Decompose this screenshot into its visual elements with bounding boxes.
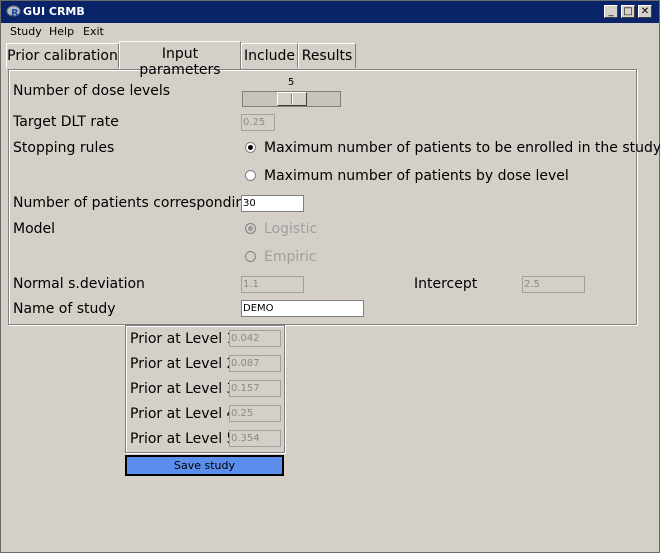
- window-title: GUI CRMB: [23, 5, 85, 18]
- prior-level-2-label: Prior at Level 2: [130, 356, 236, 372]
- tab-label: Input parameters: [139, 46, 221, 78]
- prior-level-3-label: Prior at Level 3: [130, 381, 236, 397]
- model-label: Model: [13, 221, 56, 237]
- prior-level-1-field[interactable]: 0.042: [229, 330, 281, 347]
- stopping-rule-max-dose-radio[interactable]: [245, 170, 256, 181]
- menu-bar: Study Help Exit: [1, 23, 659, 41]
- app-window: R GUI CRMB _ □ ✕ Study Help Exit Prior c…: [0, 0, 660, 553]
- r-logo-icon: R: [6, 5, 21, 19]
- menu-exit[interactable]: Exit: [83, 25, 104, 38]
- dose-levels-value: 5: [288, 77, 295, 88]
- prior-level-1-label: Prior at Level 1: [130, 331, 236, 347]
- num-patients-field[interactable]: 30: [241, 195, 304, 212]
- close-icon: ✕: [640, 6, 650, 17]
- prior-level-4-label: Prior at Level 4: [130, 406, 236, 422]
- prior-level-4-field[interactable]: 0.25: [229, 405, 281, 422]
- minimize-button[interactable]: _: [604, 5, 618, 18]
- study-name-label: Name of study: [13, 301, 116, 317]
- svg-text:R: R: [11, 8, 19, 19]
- dose-levels-slider-handle[interactable]: [277, 92, 307, 106]
- tab-label: Include: [244, 48, 295, 64]
- save-study-button[interactable]: Save study: [125, 455, 284, 476]
- menu-help[interactable]: Help: [49, 25, 74, 38]
- maximize-button[interactable]: □: [621, 5, 635, 18]
- intercept-label: Intercept: [414, 276, 478, 292]
- target-dlt-label: Target DLT rate: [13, 114, 119, 130]
- stopping-rules-label: Stopping rules: [13, 140, 115, 156]
- tab-label: Prior calibration: [7, 48, 118, 64]
- menu-study[interactable]: Study: [10, 25, 42, 38]
- study-name-field[interactable]: DEMO: [241, 300, 364, 317]
- model-logistic-label[interactable]: Logistic: [264, 221, 317, 237]
- tab-input-parameters[interactable]: Input parameters: [119, 41, 241, 78]
- close-button[interactable]: ✕: [638, 5, 652, 18]
- num-patients-label: Number of patients corresponding: [13, 195, 254, 211]
- target-dlt-field[interactable]: 0.25: [241, 114, 275, 131]
- prior-level-3-field[interactable]: 0.157: [229, 380, 281, 397]
- stopping-rule-max-study-radio[interactable]: [245, 142, 256, 153]
- tab-label: Results: [301, 48, 353, 64]
- maximize-icon: □: [623, 6, 633, 17]
- tab-prior-calibration[interactable]: Prior calibration: [6, 43, 119, 68]
- minimize-icon: _: [608, 6, 614, 17]
- title-bar: R GUI CRMB _ □ ✕: [1, 1, 659, 23]
- stopping-rule-max-dose-label[interactable]: Maximum number of patients by dose level: [264, 168, 569, 184]
- tab-results[interactable]: Results: [298, 43, 356, 68]
- normal-sd-label: Normal s.deviation: [13, 276, 145, 292]
- prior-level-5-label: Prior at Level 5: [130, 431, 236, 447]
- dose-levels-label: Number of dose levels: [13, 83, 171, 99]
- prior-level-2-field[interactable]: 0.087: [229, 355, 281, 372]
- intercept-field[interactable]: 2.5: [522, 276, 585, 293]
- model-logistic-radio[interactable]: [245, 223, 256, 234]
- stopping-rule-max-study-label[interactable]: Maximum number of patients to be enrolle…: [264, 140, 660, 156]
- tab-include[interactable]: Include: [241, 43, 298, 68]
- model-empiric-label[interactable]: Empiric: [264, 249, 317, 265]
- normal-sd-field[interactable]: 1.1: [241, 276, 304, 293]
- prior-level-5-field[interactable]: 0.354: [229, 430, 281, 447]
- model-empiric-radio[interactable]: [245, 251, 256, 262]
